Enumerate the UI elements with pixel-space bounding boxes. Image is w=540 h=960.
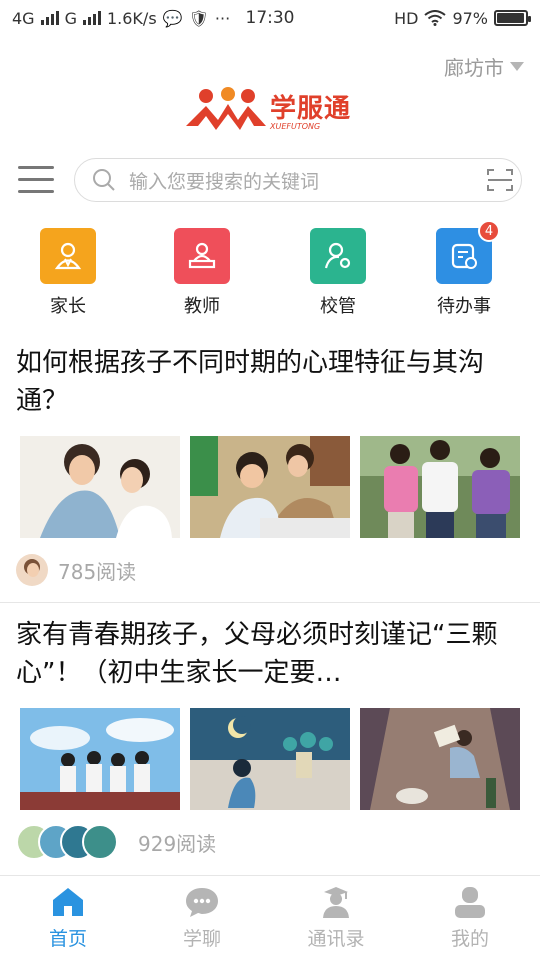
app-logo: 学服通 XUEFUTONG bbox=[184, 86, 359, 136]
search-row: 输入您要搜索的关键词 bbox=[0, 158, 540, 204]
read-count: 929阅读 bbox=[138, 831, 217, 856]
article-title: 如何根据孩子不同时期的心理特征与其沟通？ bbox=[16, 348, 485, 416]
tab-home[interactable]: 首页 bbox=[18, 886, 118, 951]
wifi-icon bbox=[424, 10, 447, 26]
tab-profile[interactable]: 我的 bbox=[420, 886, 520, 951]
tab-label: 通讯录 bbox=[307, 928, 365, 950]
city-selector[interactable]: 廊坊市 bbox=[444, 52, 524, 81]
tab-label: 首页 bbox=[48, 928, 87, 950]
article-thumbnail bbox=[360, 436, 520, 538]
parent-icon bbox=[40, 228, 96, 284]
battery-icon bbox=[494, 10, 531, 26]
read-count: 785阅读 bbox=[58, 559, 137, 584]
bottom-tab-bar: 首页 学聊 通讯录 我的 bbox=[0, 875, 540, 960]
menu-icon[interactable] bbox=[18, 166, 54, 196]
school-admin-icon bbox=[310, 228, 366, 284]
status-bar: 4G G 1.6K/s 💬 🛡 ··· 17:30 HD 97% bbox=[0, 0, 540, 36]
article-meta: 929阅读 bbox=[16, 824, 216, 860]
logo-subtext: XUEFUTONG bbox=[270, 122, 321, 131]
chat-icon bbox=[186, 888, 218, 917]
quick-todo[interactable]: 4 待办事 bbox=[424, 220, 504, 318]
logo-figures-icon bbox=[186, 87, 266, 130]
home-icon bbox=[53, 888, 83, 916]
article-images bbox=[20, 436, 520, 538]
tab-label: 我的 bbox=[450, 928, 489, 950]
signal-icon bbox=[40, 11, 59, 25]
tab-contacts[interactable]: 通讯录 bbox=[286, 886, 386, 951]
battery-percent: 97% bbox=[452, 8, 488, 28]
quick-teacher[interactable]: 教师 bbox=[162, 228, 242, 318]
article-meta: 785阅读 bbox=[16, 554, 136, 586]
city-label: 廊坊市 bbox=[444, 56, 504, 80]
divider bbox=[0, 602, 540, 603]
quick-label: 校管 bbox=[320, 296, 356, 317]
quick-actions: 家长 教师 校管 4 待办事 bbox=[0, 220, 540, 318]
article-images bbox=[20, 708, 520, 810]
quick-parent[interactable]: 家长 bbox=[28, 228, 108, 318]
search-icon bbox=[93, 169, 115, 191]
message-icon: 💬 bbox=[162, 8, 183, 28]
shield-icon: 🛡 bbox=[188, 8, 209, 28]
article-thumbnail bbox=[20, 708, 180, 810]
contacts-icon bbox=[323, 887, 349, 918]
quick-label: 家长 bbox=[50, 296, 86, 317]
article-thumbnail bbox=[190, 436, 350, 538]
avatar-group bbox=[16, 824, 118, 860]
signal-icon bbox=[82, 11, 101, 25]
hd-label: HD bbox=[394, 8, 419, 28]
scan-icon[interactable] bbox=[487, 168, 513, 192]
avatar bbox=[16, 554, 48, 586]
search-placeholder: 输入您要搜索的关键词 bbox=[129, 170, 320, 193]
tab-chat[interactable]: 学聊 bbox=[152, 886, 252, 951]
article-thumbnail bbox=[190, 708, 350, 810]
article-thumbnail bbox=[20, 436, 180, 538]
net-speed: 1.6K/s bbox=[106, 8, 157, 28]
network-g-label: G bbox=[64, 8, 77, 28]
quick-school-admin[interactable]: 校管 bbox=[298, 228, 378, 318]
quick-label: 待办事 bbox=[437, 296, 491, 317]
article-card[interactable]: 如何根据孩子不同时期的心理特征与其沟通？ 785阅读 bbox=[0, 344, 540, 600]
notification-badge: 4 bbox=[478, 220, 500, 242]
search-input[interactable]: 输入您要搜索的关键词 bbox=[74, 158, 522, 202]
tab-label: 学聊 bbox=[182, 928, 221, 950]
chevron-down-icon bbox=[510, 62, 524, 71]
article-title: 家有青春期孩子，父母必须时刻谨记“三颗心”！（初中生家长一定要… bbox=[16, 620, 498, 688]
article-card[interactable]: 家有青春期孩子，父母必须时刻谨记“三颗心”！（初中生家长一定要… 929阅读 bbox=[0, 616, 540, 862]
logo-text: 学服通 bbox=[270, 94, 352, 124]
network-4g-label: 4G bbox=[12, 8, 35, 28]
profile-icon bbox=[455, 887, 485, 918]
article-thumbnail bbox=[360, 708, 520, 810]
more-icon: ··· bbox=[214, 8, 231, 28]
todo-icon: 4 bbox=[436, 220, 500, 284]
quick-label: 教师 bbox=[184, 296, 220, 317]
teacher-icon bbox=[174, 228, 230, 284]
